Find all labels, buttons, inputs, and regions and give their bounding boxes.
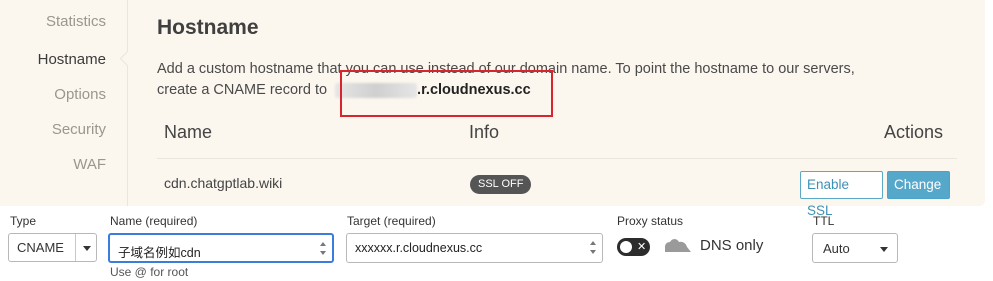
highlight-box (340, 70, 553, 117)
name-input[interactable]: 子域名例如cdn (108, 233, 334, 263)
sidebar-item-security[interactable]: Security (52, 121, 106, 138)
active-item-pointer (119, 50, 136, 67)
cloud-icon (665, 239, 691, 252)
type-select-separator (75, 234, 76, 261)
column-header-info: Info (469, 122, 500, 142)
close-icon: ✕ (637, 241, 647, 253)
hostname-cell: cdn.chatgptlab.wiki (164, 175, 283, 191)
sidebar-item-statistics[interactable]: Statistics (46, 13, 106, 30)
spinner-down-icon[interactable] (320, 251, 326, 255)
target-spinner[interactable] (589, 238, 598, 258)
spinner-down-icon[interactable] (590, 250, 596, 254)
table-header-divider (157, 158, 957, 159)
settings-sidebar: Statistics Hostname Options Security WAF (0, 0, 118, 206)
target-input[interactable]: xxxxxx.r.cloudnexus.cc (346, 233, 603, 263)
ttl-select[interactable]: Auto (812, 233, 898, 263)
spinner-up-icon[interactable] (320, 242, 326, 246)
chevron-down-icon[interactable] (83, 246, 91, 251)
spinner-up-icon[interactable] (590, 241, 596, 245)
toggle-switch-icon[interactable]: ✕ (617, 238, 650, 256)
description-line-2-prefix: create a CNAME record to (157, 82, 328, 98)
chevron-down-icon[interactable] (880, 247, 888, 252)
change-button[interactable]: Change (887, 171, 950, 199)
name-input-value: 子域名例如cdn (118, 246, 201, 260)
toggle-knob (620, 241, 632, 253)
ssl-status-badge: SSL OFF (470, 175, 532, 194)
ttl-select-value: Auto (823, 241, 850, 256)
proxy-status-label: Proxy status (617, 214, 684, 228)
settings-panel: Statistics Hostname Options Security WAF… (0, 0, 985, 218)
page-title: Hostname (157, 16, 259, 39)
sidebar-divider (127, 0, 128, 206)
name-label: Name (required) (110, 214, 198, 228)
column-header-name: Name (164, 122, 213, 142)
ttl-label: TTL (813, 214, 835, 228)
sidebar-item-waf[interactable]: WAF (73, 156, 106, 173)
target-input-value: xxxxxx.r.cloudnexus.cc (355, 241, 483, 255)
type-select[interactable]: CNAME (8, 233, 97, 262)
name-hint: Use @ for root (110, 265, 189, 279)
type-select-value: CNAME (17, 240, 64, 255)
sidebar-item-options[interactable]: Options (54, 86, 106, 103)
sidebar-item-hostname[interactable]: Hostname (38, 51, 106, 68)
enable-ssl-button[interactable]: Enable SSL (800, 171, 883, 218)
proxy-state-text: DNS only (700, 237, 764, 254)
column-header-actions: Actions (884, 122, 944, 142)
type-label: Type (10, 214, 37, 228)
target-label: Target (required) (347, 214, 436, 228)
name-spinner[interactable] (319, 239, 328, 259)
